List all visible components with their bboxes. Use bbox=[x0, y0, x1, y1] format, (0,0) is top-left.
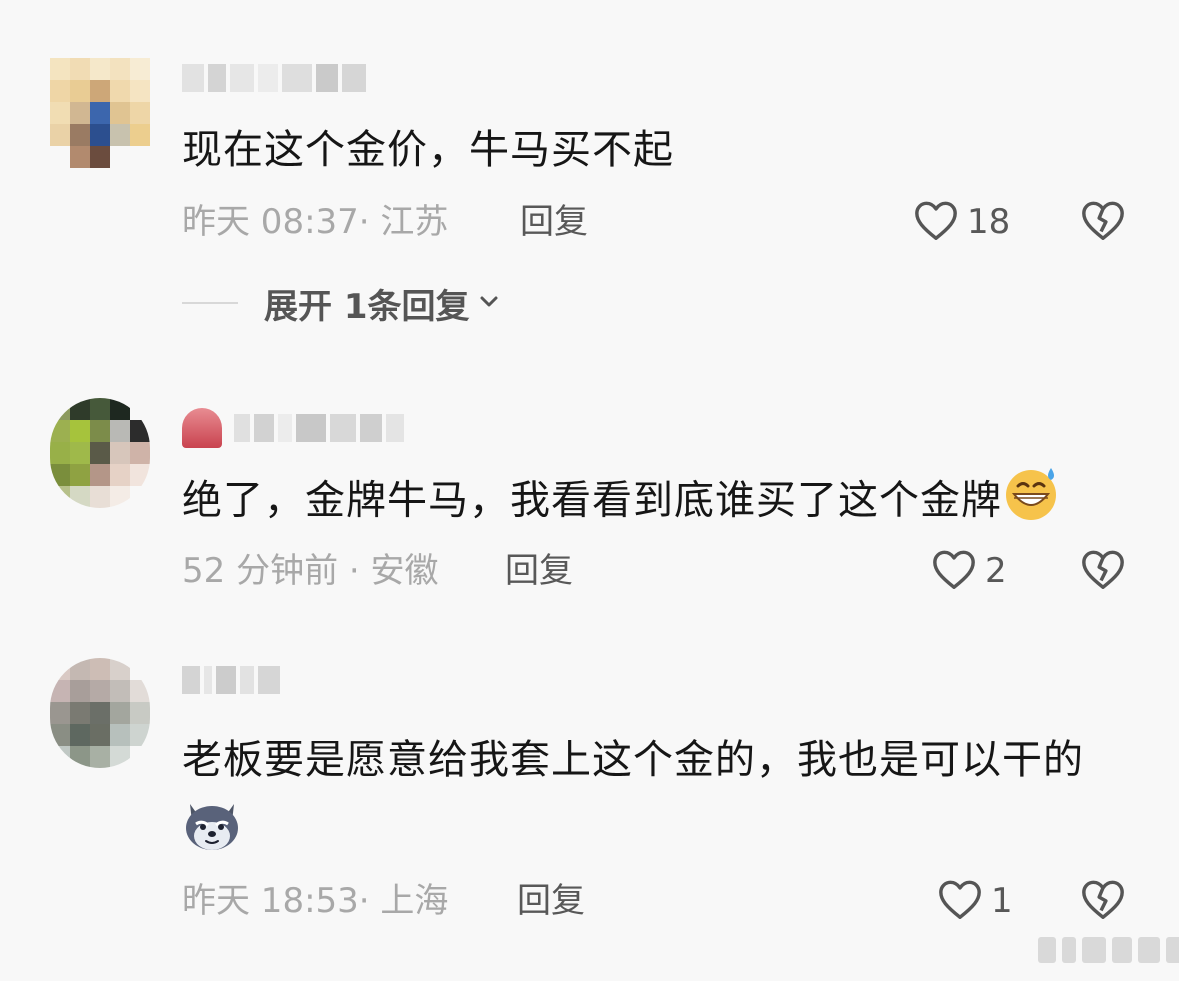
comment-meta: 昨天 18:53· 上海 bbox=[182, 881, 449, 921]
like-button[interactable]: 2 bbox=[931, 546, 1007, 596]
broken-heart-icon bbox=[1080, 547, 1126, 595]
watermark-redacted bbox=[1038, 932, 1179, 968]
broken-heart-icon bbox=[1080, 877, 1126, 925]
comment-text: 绝了，金牌牛马，我看看到底谁买了这个金牌 bbox=[182, 464, 1172, 541]
reply-button[interactable]: 回复 bbox=[505, 546, 573, 596]
avatar[interactable] bbox=[50, 58, 150, 168]
divider bbox=[182, 302, 238, 304]
heart-outline-icon bbox=[913, 198, 959, 246]
badge-icon bbox=[182, 408, 222, 448]
comment-text-content: 老板要是愿意给我套上这个金的，我也是可以干的 bbox=[182, 737, 1084, 783]
avatar[interactable] bbox=[50, 398, 150, 508]
comment-text: 老板要是愿意给我套上这个金的，我也是可以干的 bbox=[182, 724, 1117, 877]
comment-text: 现在这个金价，牛马买不起 bbox=[182, 127, 674, 173]
reply-button[interactable]: 回复 bbox=[517, 876, 585, 926]
username-redacted[interactable] bbox=[182, 58, 366, 98]
dislike-button[interactable] bbox=[1080, 197, 1128, 247]
like-count: 2 bbox=[985, 551, 1007, 591]
reply-button[interactable]: 回复 bbox=[520, 197, 588, 247]
avatar[interactable] bbox=[50, 658, 150, 768]
comment-meta: 52 分钟前 · 安徽 bbox=[182, 551, 439, 591]
grin-sweat-emoji bbox=[1002, 464, 1060, 541]
heart-outline-icon bbox=[931, 547, 977, 595]
like-count: 1 bbox=[991, 881, 1013, 921]
username-redacted[interactable] bbox=[182, 660, 280, 700]
expand-replies-button[interactable]: 展开 1条回复 bbox=[182, 278, 500, 328]
comment-text-content: 绝了，金牌牛马，我看看到底谁买了这个金牌 bbox=[182, 477, 1002, 524]
dislike-button[interactable] bbox=[1080, 546, 1128, 596]
broken-heart-icon bbox=[1080, 198, 1126, 246]
comment-meta: 昨天 08:37· 江苏 bbox=[182, 202, 449, 242]
username-redacted[interactable] bbox=[182, 408, 404, 448]
like-count: 18 bbox=[967, 202, 1011, 242]
like-button[interactable]: 1 bbox=[937, 876, 1013, 926]
heart-outline-icon bbox=[937, 877, 983, 925]
like-button[interactable]: 18 bbox=[913, 197, 1010, 247]
chevron-down-icon bbox=[478, 290, 500, 316]
dislike-button[interactable] bbox=[1080, 876, 1128, 926]
expand-replies-label: 展开 1条回复 bbox=[264, 286, 470, 327]
wolf-face-emoji bbox=[182, 796, 242, 877]
